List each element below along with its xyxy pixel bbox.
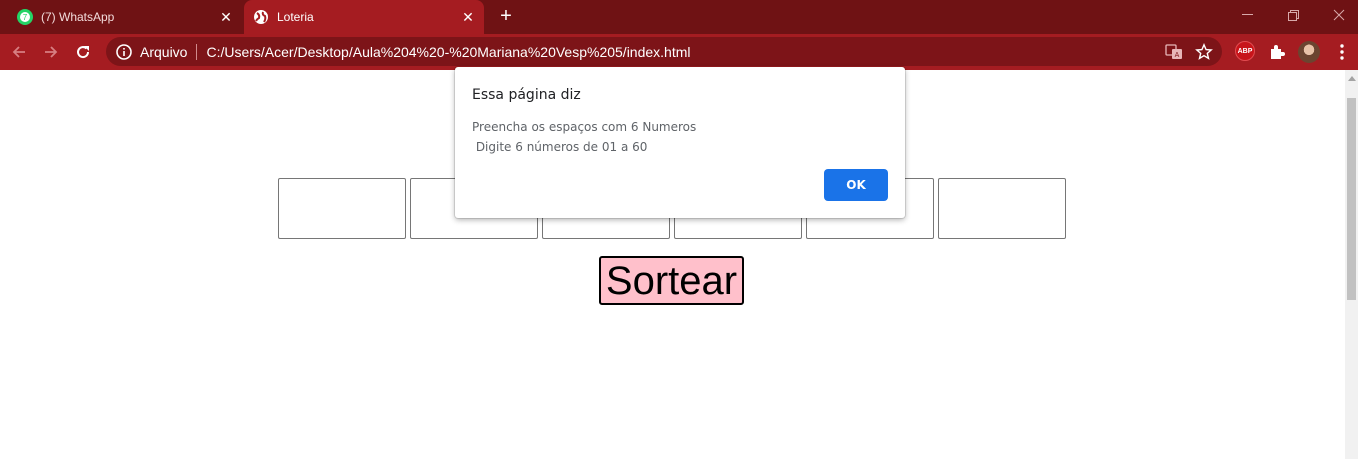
- close-tab-icon[interactable]: ✕: [218, 9, 234, 25]
- vertical-scrollbar[interactable]: [1345, 70, 1358, 459]
- back-arrow-icon[interactable]: [6, 39, 32, 65]
- number-input-6[interactable]: [938, 178, 1066, 239]
- dialog-message: Preencha os espaços com 6 Numeros Digite…: [472, 117, 696, 157]
- sortear-button[interactable]: Sortear: [599, 256, 744, 305]
- dialog-message-line-1: Preencha os espaços com 6 Numeros: [472, 120, 697, 134]
- url-text[interactable]: C:/Users/Acer/Desktop/Aula%204%20-%20Mar…: [206, 44, 690, 60]
- scheme-label: Arquivo: [140, 43, 188, 60]
- svg-text:A: A: [1175, 52, 1180, 59]
- bookmark-star-icon[interactable]: [1194, 42, 1214, 62]
- address-bar[interactable]: Arquivo C:/Users/Acer/Desktop/Aula%204%2…: [106, 37, 1222, 66]
- dialog-title: Essa página diz: [472, 87, 581, 103]
- divider: [196, 43, 198, 60]
- adblock-plus-icon[interactable]: ABP: [1235, 41, 1255, 61]
- browser-toolbar: Arquivo C:/Users/Acer/Desktop/Aula%204%2…: [0, 34, 1358, 70]
- tab-strip: 7 (7) WhatsApp ✕ Loteria ✕ +: [0, 0, 1358, 34]
- info-icon[interactable]: [115, 43, 133, 61]
- new-tab-button[interactable]: +: [494, 6, 518, 28]
- ok-button[interactable]: OK: [824, 169, 888, 201]
- extensions-puzzle-icon[interactable]: [1266, 41, 1288, 63]
- scrollbar-thumb[interactable]: [1347, 98, 1356, 300]
- forward-arrow-icon[interactable]: [38, 39, 64, 65]
- whatsapp-icon: 7: [17, 9, 33, 25]
- dialog-message-line-2: Digite 6 números de 01 a 60: [472, 140, 648, 154]
- close-tab-icon[interactable]: ✕: [460, 9, 476, 25]
- tab-loteria[interactable]: Loteria ✕: [244, 0, 484, 34]
- minimize-icon[interactable]: [1224, 0, 1270, 30]
- close-window-icon[interactable]: [1316, 0, 1358, 30]
- restore-icon[interactable]: [1270, 0, 1316, 30]
- number-input-1[interactable]: [278, 178, 406, 239]
- profile-avatar[interactable]: [1298, 41, 1320, 63]
- reload-icon[interactable]: [70, 39, 96, 65]
- translate-icon[interactable]: A: [1164, 42, 1184, 62]
- globe-icon: [253, 9, 269, 25]
- tab-title: (7) WhatsApp: [41, 10, 115, 24]
- tab-whatsapp[interactable]: 7 (7) WhatsApp ✕: [8, 0, 242, 34]
- menu-kebab-icon[interactable]: [1331, 41, 1353, 63]
- tab-badge: 7: [23, 13, 28, 22]
- tab-title: Loteria: [277, 10, 314, 24]
- alert-dialog: Essa página diz Preencha os espaços com …: [455, 67, 905, 218]
- scroll-up-arrow-icon[interactable]: [1348, 76, 1356, 81]
